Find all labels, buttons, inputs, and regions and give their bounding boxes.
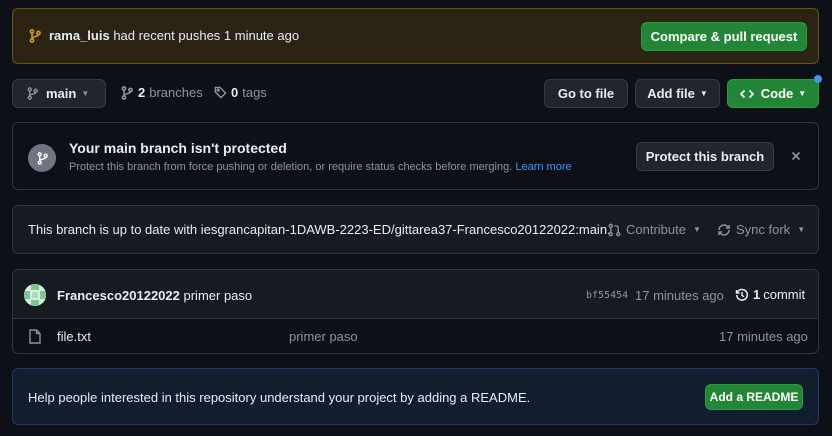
branch-icon bbox=[29, 29, 41, 43]
branches-count: 2 bbox=[138, 85, 146, 100]
commit-summary: Francesco20122022 primer paso bbox=[57, 288, 252, 303]
chevron-down-icon: ▼ bbox=[692, 225, 701, 234]
compare-pull-request-button[interactable]: Compare & pull request bbox=[641, 22, 807, 51]
add-readme-button[interactable]: Add a README bbox=[705, 384, 803, 410]
file-listing: Francesco20122022 primer paso bf55454 17… bbox=[12, 269, 819, 354]
fork-sync-bar: This branch is up to date with iesgranca… bbox=[12, 205, 819, 254]
go-to-file-button[interactable]: Go to file bbox=[544, 79, 628, 108]
add-readme-label: Add a README bbox=[709, 390, 799, 404]
branches-link[interactable]: 2 branches bbox=[121, 85, 203, 100]
latest-commit-row: Francesco20122022 primer paso bf55454 17… bbox=[13, 270, 818, 319]
commit-message-link[interactable]: primer paso bbox=[184, 288, 253, 303]
branch-icon bbox=[121, 85, 133, 100]
chevron-down-icon: ▼ bbox=[797, 225, 806, 234]
chevron-down-icon: ▼ bbox=[81, 89, 90, 98]
sync-icon bbox=[717, 223, 731, 237]
file-commit-time: 17 minutes ago bbox=[719, 329, 808, 344]
commit-time: 17 minutes ago bbox=[635, 288, 724, 303]
close-icon[interactable] bbox=[789, 149, 803, 163]
author-avatar[interactable] bbox=[24, 284, 46, 306]
tag-icon bbox=[214, 86, 227, 99]
branch-protection-banner: Your main branch isn't protected Protect… bbox=[12, 122, 819, 190]
go-to-file-label: Go to file bbox=[557, 86, 615, 101]
branch-name: main bbox=[46, 86, 77, 101]
protection-description: Protect this branch from force pushing o… bbox=[69, 161, 572, 173]
sync-fork-label: Sync fork bbox=[736, 222, 791, 237]
file-row[interactable]: file.txt primer paso 17 minutes ago bbox=[13, 319, 818, 353]
push-user-link[interactable]: rama_luis bbox=[49, 28, 110, 43]
file-icon bbox=[29, 329, 41, 344]
branch-avatar-icon bbox=[28, 144, 56, 172]
protect-branch-button[interactable]: Protect this branch bbox=[636, 142, 774, 171]
compare-pull-request-label: Compare & pull request bbox=[650, 29, 798, 44]
push-message-text: had recent pushes 1 minute ago bbox=[113, 28, 300, 43]
learn-more-link[interactable]: Learn more bbox=[515, 161, 571, 173]
commit-count: 1 bbox=[753, 287, 761, 302]
notification-dot bbox=[814, 75, 822, 83]
branches-label: branches bbox=[149, 85, 203, 100]
branch-select-button[interactable]: main ▼ bbox=[12, 79, 106, 108]
chevron-down-icon: ▼ bbox=[699, 89, 708, 98]
commits-link[interactable]: 1 commit bbox=[735, 287, 805, 302]
sync-fork-button[interactable]: Sync fork ▼ bbox=[717, 222, 805, 237]
chevron-down-icon: ▼ bbox=[798, 89, 807, 98]
add-file-label: Add file bbox=[647, 86, 695, 101]
file-commit-message[interactable]: primer paso bbox=[289, 329, 358, 344]
readme-banner: Help people interested in this repositor… bbox=[12, 368, 819, 425]
code-button[interactable]: Code ▼ bbox=[727, 79, 819, 108]
tags-link[interactable]: 0 tags bbox=[214, 85, 267, 100]
readme-prompt-text: Help people interested in this repositor… bbox=[28, 390, 531, 405]
contribute-label: Contribute bbox=[626, 222, 686, 237]
add-file-button[interactable]: Add file ▼ bbox=[635, 79, 720, 108]
commit-count-label: commit bbox=[763, 287, 806, 302]
recent-push-banner: rama_luis had recent pushes 1 minute ago… bbox=[12, 8, 819, 64]
protection-title: Your main branch isn't protected bbox=[69, 140, 287, 156]
code-icon bbox=[739, 88, 754, 100]
sync-status-text: This branch is up to date with iesgranca… bbox=[28, 222, 611, 237]
pull-request-icon bbox=[608, 223, 621, 237]
file-name-link[interactable]: file.txt bbox=[57, 329, 91, 344]
commit-hash[interactable]: bf55454 bbox=[586, 290, 628, 301]
commit-author-link[interactable]: Francesco20122022 bbox=[57, 288, 180, 303]
code-label: Code bbox=[760, 86, 794, 101]
contribute-button[interactable]: Contribute ▼ bbox=[608, 222, 701, 237]
tags-label: tags bbox=[242, 85, 267, 100]
tags-count: 0 bbox=[231, 85, 239, 100]
protect-branch-label: Protect this branch bbox=[645, 149, 765, 164]
history-icon bbox=[735, 288, 749, 302]
protection-description-text: Protect this branch from force pushing o… bbox=[69, 161, 513, 173]
branch-icon bbox=[27, 87, 38, 100]
push-message: rama_luis had recent pushes 1 minute ago bbox=[49, 28, 299, 43]
